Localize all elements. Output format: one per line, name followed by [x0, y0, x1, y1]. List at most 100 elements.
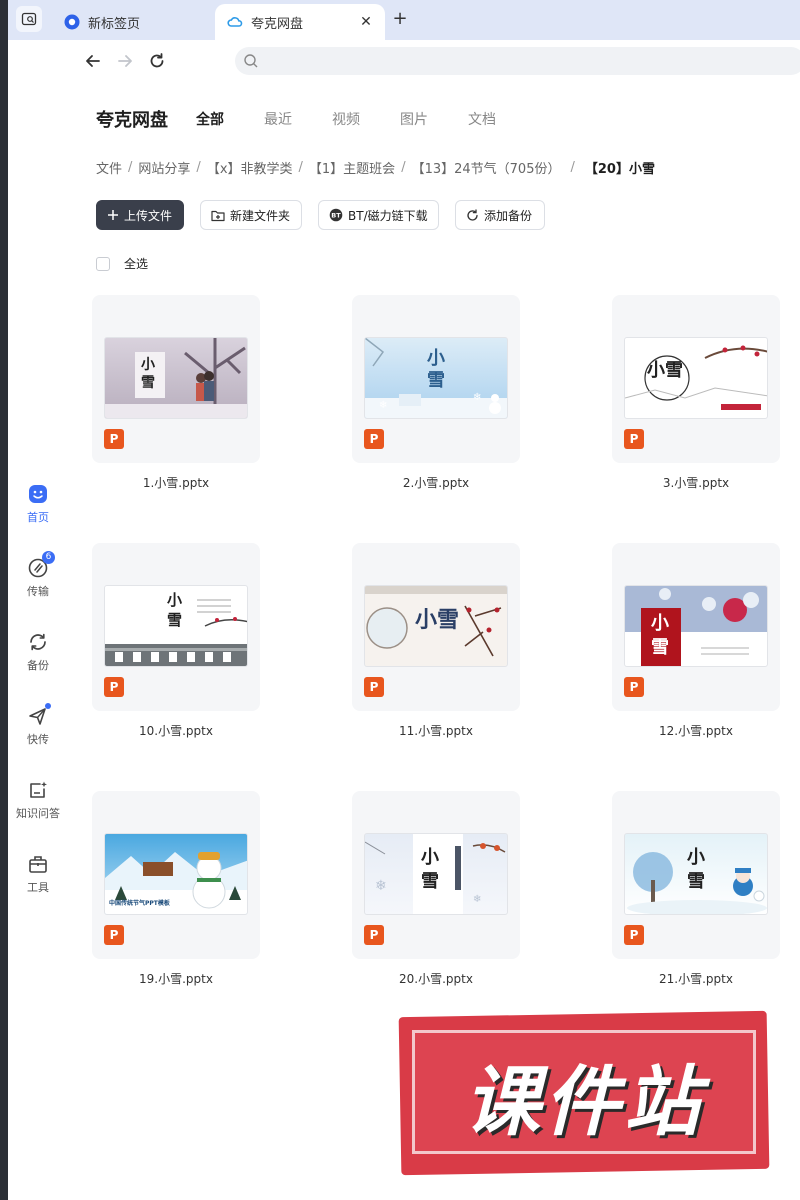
thumbnail-title: 小雪 [141, 357, 155, 391]
add-backup-button[interactable]: 添加备份 [455, 200, 545, 230]
tab-search-button[interactable] [16, 6, 42, 32]
sidebar-item-label: 备份 [27, 659, 49, 672]
select-all[interactable]: 全选 [96, 255, 148, 272]
filter-tab-all[interactable]: 全部 [196, 109, 224, 129]
file-name[interactable]: 20.小雪.pptx [352, 970, 520, 987]
pptx-file-icon: P [364, 677, 384, 697]
thumbnail-title: 小雪 [167, 591, 183, 629]
file-card[interactable]: 小雪 P [612, 543, 780, 711]
sidebar-item-tools[interactable]: 工具 [8, 853, 68, 895]
filter-tab-recent[interactable]: 最近 [264, 109, 292, 129]
tab-new-tab[interactable]: 新标签页 [52, 4, 212, 40]
sidebar-item-label: 知识问答 [16, 807, 60, 820]
search-icon [244, 54, 258, 68]
upload-file-button[interactable]: 上传文件 [96, 200, 184, 230]
file-card[interactable]: 小雪 P [612, 791, 780, 959]
breadcrumb-item[interactable]: 【1】主题班会 [309, 158, 395, 177]
pptx-file-icon: P [624, 925, 644, 945]
pptx-file-icon: P [364, 925, 384, 945]
thumbnail-title: 小雪 [415, 607, 460, 633]
file-card[interactable]: ❄ ❄ 小雪 P [352, 295, 520, 463]
new-tab-button[interactable]: + [388, 8, 412, 32]
file-card[interactable]: 小雪 P [92, 295, 260, 463]
file-card[interactable]: 小雪 P [352, 543, 520, 711]
file-card[interactable]: 小雪 P [92, 543, 260, 711]
thumbnail-title: 中国传统节气PPT模板 [109, 900, 170, 907]
sidebar-item-knowledge-qa[interactable]: 知识问答 [8, 779, 68, 821]
file-name[interactable]: 2.小雪.pptx [352, 474, 520, 491]
pptx-file-icon: P [624, 429, 644, 449]
sidebar-item-backup[interactable]: 备份 [8, 631, 68, 673]
pptx-file-icon: P [364, 429, 384, 449]
select-all-checkbox[interactable] [96, 256, 110, 271]
file-card[interactable]: 中国传统节气PPT模板 P [92, 791, 260, 959]
filter-tab-video[interactable]: 视频 [332, 109, 360, 129]
breadcrumb: 文件 / 网站分享 / 【x】非教学类 / 【1】主题班会 / 【13】24节气（705… [96, 158, 655, 177]
backup-icon [27, 631, 49, 653]
file-thumbnail: 小雪 [104, 337, 248, 419]
watermark-text: 课件站 [464, 1057, 704, 1146]
file-card[interactable]: ❄ ❄ 小雪 P [352, 791, 520, 959]
bt-magnet-download-button[interactable]: BT BT/磁力链下载 [318, 200, 439, 230]
notification-dot [45, 703, 51, 709]
file-name[interactable]: 1.小雪.pptx [92, 474, 260, 491]
select-all-label: 全选 [124, 257, 149, 271]
breadcrumb-item[interactable]: 【13】24节气（705份） [412, 158, 561, 177]
home-icon [27, 483, 49, 505]
sidebar-item-label: 传输 [27, 585, 49, 598]
reload-icon[interactable] [146, 50, 168, 72]
file-thumbnail: 小雪 [104, 585, 248, 667]
pptx-file-icon: P [104, 677, 124, 697]
breadcrumb-item[interactable]: 【x】非教学类 [207, 158, 293, 177]
toolbox-icon [27, 853, 49, 875]
browser-tab-bar: 新标签页 夸克网盘 ✕ + [8, 0, 800, 40]
file-thumbnail: 小雪 [624, 585, 768, 667]
thumbnail-title: 小雪 [651, 613, 669, 658]
thumbnail-title: 小雪 [421, 847, 439, 892]
new-folder-button[interactable]: 新建文件夹 [200, 200, 302, 230]
file-thumbnail: ❄ ❄ 小雪 [364, 833, 508, 915]
file-name[interactable]: 3.小雪.pptx [612, 474, 780, 491]
close-tab-button[interactable]: ✕ [357, 13, 375, 31]
file-name[interactable]: 12.小雪.pptx [612, 722, 780, 739]
breadcrumb-item[interactable]: 文件 [96, 158, 122, 177]
tab-quark-drive[interactable]: 夸克网盘 ✕ [215, 4, 385, 40]
breadcrumb-item[interactable]: 网站分享 [138, 158, 190, 177]
file-card[interactable]: 小雪 P [612, 295, 780, 463]
file-name[interactable]: 19.小雪.pptx [92, 970, 260, 987]
back-arrow-icon[interactable] [82, 50, 104, 72]
filter-tab-document[interactable]: 文档 [468, 109, 496, 129]
sidebar-item-transfer[interactable]: 6 传输 [8, 551, 68, 599]
new-folder-icon [211, 209, 225, 222]
tab-label: 夸克网盘 [251, 16, 304, 32]
sidebar-item-label: 首页 [27, 511, 49, 524]
browser-nav-bar [68, 40, 800, 82]
file-name[interactable]: 10.小雪.pptx [92, 722, 260, 739]
transfer-count-badge: 6 [42, 551, 55, 564]
forward-arrow-icon[interactable] [114, 50, 136, 72]
tab-search-icon [21, 12, 37, 26]
file-name[interactable]: 11.小雪.pptx [352, 722, 520, 739]
svg-text:❄: ❄ [379, 400, 387, 411]
winter-couple-illustration [105, 338, 247, 418]
breadcrumb-current: 【20】小雪 [584, 162, 655, 177]
tab-label: 新标签页 [88, 16, 141, 32]
svg-text:❄: ❄ [473, 392, 481, 403]
filter-tab-image[interactable]: 图片 [400, 109, 428, 129]
sidebar-item-home[interactable]: 首页 [8, 483, 68, 525]
watermark-stamp: 课件站 [398, 1010, 770, 1176]
file-thumbnail: 小雪 [624, 833, 768, 915]
pptx-file-icon: P [624, 677, 644, 697]
backup-sync-icon [466, 208, 479, 222]
knowledge-qa-icon [27, 779, 49, 801]
address-bar[interactable] [235, 47, 800, 75]
file-name[interactable]: 21.小雪.pptx [612, 970, 780, 987]
svg-text:❄: ❄ [375, 878, 387, 894]
quick-send-icon [27, 703, 51, 727]
svg-text:❄: ❄ [473, 894, 481, 905]
pptx-file-icon: P [104, 429, 124, 449]
svg-text:BT: BT [331, 212, 341, 220]
sidebar-item-quick-send[interactable]: 快传 [8, 703, 68, 747]
plus-icon [107, 209, 119, 221]
sidebar-item-label: 快传 [27, 733, 49, 746]
